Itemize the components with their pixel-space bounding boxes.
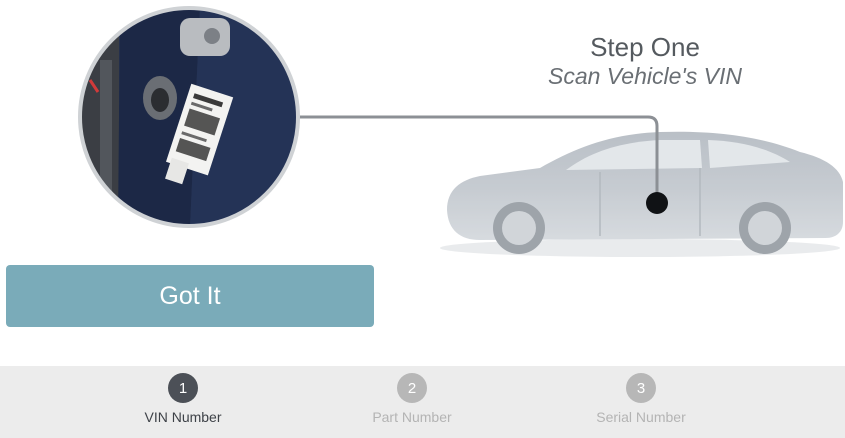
step-serial-number[interactable]: 3 Serial Number (561, 373, 721, 425)
step-part-number[interactable]: 2 Part Number (332, 373, 492, 425)
step-label: Serial Number (596, 409, 686, 425)
step-number-badge: 1 (168, 373, 198, 403)
door-jamb-zoom (78, 6, 300, 228)
step-label: VIN Number (144, 409, 222, 425)
vin-location-marker (646, 192, 668, 214)
step-title: Step One (590, 32, 700, 62)
step-subtitle: Scan Vehicle's VIN (547, 63, 743, 89)
step-number-badge: 2 (397, 373, 427, 403)
step-number-badge: 3 (626, 373, 656, 403)
car-image (440, 131, 843, 257)
step-heading: Step One Scan Vehicle's VIN (520, 32, 770, 90)
got-it-button[interactable]: Got It (6, 265, 374, 327)
progress-stepper: 1 VIN Number 2 Part Number 3 Serial Numb… (0, 366, 845, 438)
tutorial-screen: Step One Scan Vehicle's VIN Got It 1 VIN… (0, 0, 845, 438)
step-label: Part Number (372, 409, 452, 425)
step-vin-number[interactable]: 1 VIN Number (103, 373, 263, 425)
